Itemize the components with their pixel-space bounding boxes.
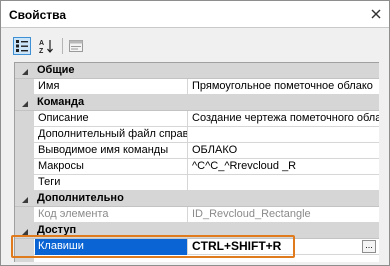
alphabetical-sort-button[interactable]: A Z [37, 37, 55, 55]
property-value[interactable]: Прямоугольное пометочное облако [189, 79, 379, 95]
property-value[interactable]: ^C^C_^Rrevcloud _R [189, 159, 379, 175]
row-gutter [15, 111, 34, 127]
row-gutter [15, 239, 34, 255]
row-gutter [15, 207, 34, 223]
category-advanced[interactable]: Дополнительно [15, 191, 379, 207]
property-row-element-id: Код элемента ID_Revcloud_Rectangle [15, 207, 379, 223]
category-access[interactable]: Доступ [15, 223, 379, 239]
collapse-icon[interactable] [21, 67, 29, 75]
row-gutter [15, 175, 34, 191]
property-row-description[interactable]: Описание Создание чертежа пометочного об… [15, 111, 379, 127]
property-value[interactable] [189, 175, 379, 191]
palette-toolbar: A Z [1, 28, 389, 61]
property-row-macro[interactable]: Макросы ^C^C_^Rrevcloud _R [15, 159, 379, 175]
palette-title: Свойства [9, 8, 67, 22]
property-value[interactable]: Создание чертежа пометочного облака [189, 111, 379, 127]
collapse-icon[interactable] [21, 227, 29, 235]
property-row-command-display[interactable]: Выводимое имя команды ОБЛАКО [15, 143, 379, 159]
row-gutter [15, 143, 34, 159]
property-name: Дополнительный файл справки [35, 127, 188, 143]
property-name: Клавиши [35, 239, 188, 255]
properties-palette: Свойства A Z Общие Имя Прямоугольное пом… [0, 0, 390, 266]
property-value[interactable]: ОБЛАКО [189, 143, 379, 159]
toolbar-separator [62, 38, 63, 54]
category-label: Команда [37, 96, 85, 108]
property-row-keys[interactable]: Клавиши CTRL+SHIFT+R ... [15, 239, 379, 255]
collapse-icon[interactable] [21, 195, 29, 203]
ellipsis-button[interactable]: ... [362, 240, 376, 253]
close-icon[interactable] [369, 7, 383, 21]
palette-titlebar: Свойства [1, 1, 389, 28]
svg-text:A: A [39, 40, 44, 47]
property-value[interactable]: CTRL+SHIFT+R [189, 239, 379, 255]
empty-row [15, 255, 379, 262]
category-label: Доступ [37, 224, 77, 236]
alphabetical-sort-icon: A Z [39, 40, 53, 54]
property-name: Теги [35, 175, 188, 191]
category-label: Дополнительно [37, 192, 124, 204]
property-name: Описание [35, 111, 188, 127]
category-general[interactable]: Общие [15, 63, 379, 79]
property-pages-icon [69, 40, 83, 52]
property-name: Выводимое имя команды [35, 143, 188, 159]
property-row-name[interactable]: Имя Прямоугольное пометочное облако [15, 79, 379, 95]
row-gutter [15, 127, 34, 143]
property-value: ID_Revcloud_Rectangle [192, 208, 311, 220]
categorized-view-icon [16, 40, 28, 52]
row-gutter [15, 255, 34, 262]
property-name: Имя [35, 79, 188, 95]
property-row-tags[interactable]: Теги [15, 175, 379, 191]
row-gutter [15, 79, 34, 95]
category-command[interactable]: Команда [15, 95, 379, 111]
category-label: Общие [37, 64, 75, 76]
property-grid: Общие Имя Прямоугольное пометочное облак… [14, 62, 379, 262]
categorized-view-button[interactable] [13, 37, 31, 55]
property-row-help-file[interactable]: Дополнительный файл справки [15, 127, 379, 143]
row-gutter [15, 159, 34, 175]
property-name: Макросы [35, 159, 188, 175]
property-pages-button[interactable] [67, 37, 85, 55]
svg-text:Z: Z [39, 48, 44, 54]
collapse-icon[interactable] [21, 99, 29, 107]
property-value[interactable] [189, 127, 379, 143]
property-name: Код элемента [35, 207, 188, 223]
